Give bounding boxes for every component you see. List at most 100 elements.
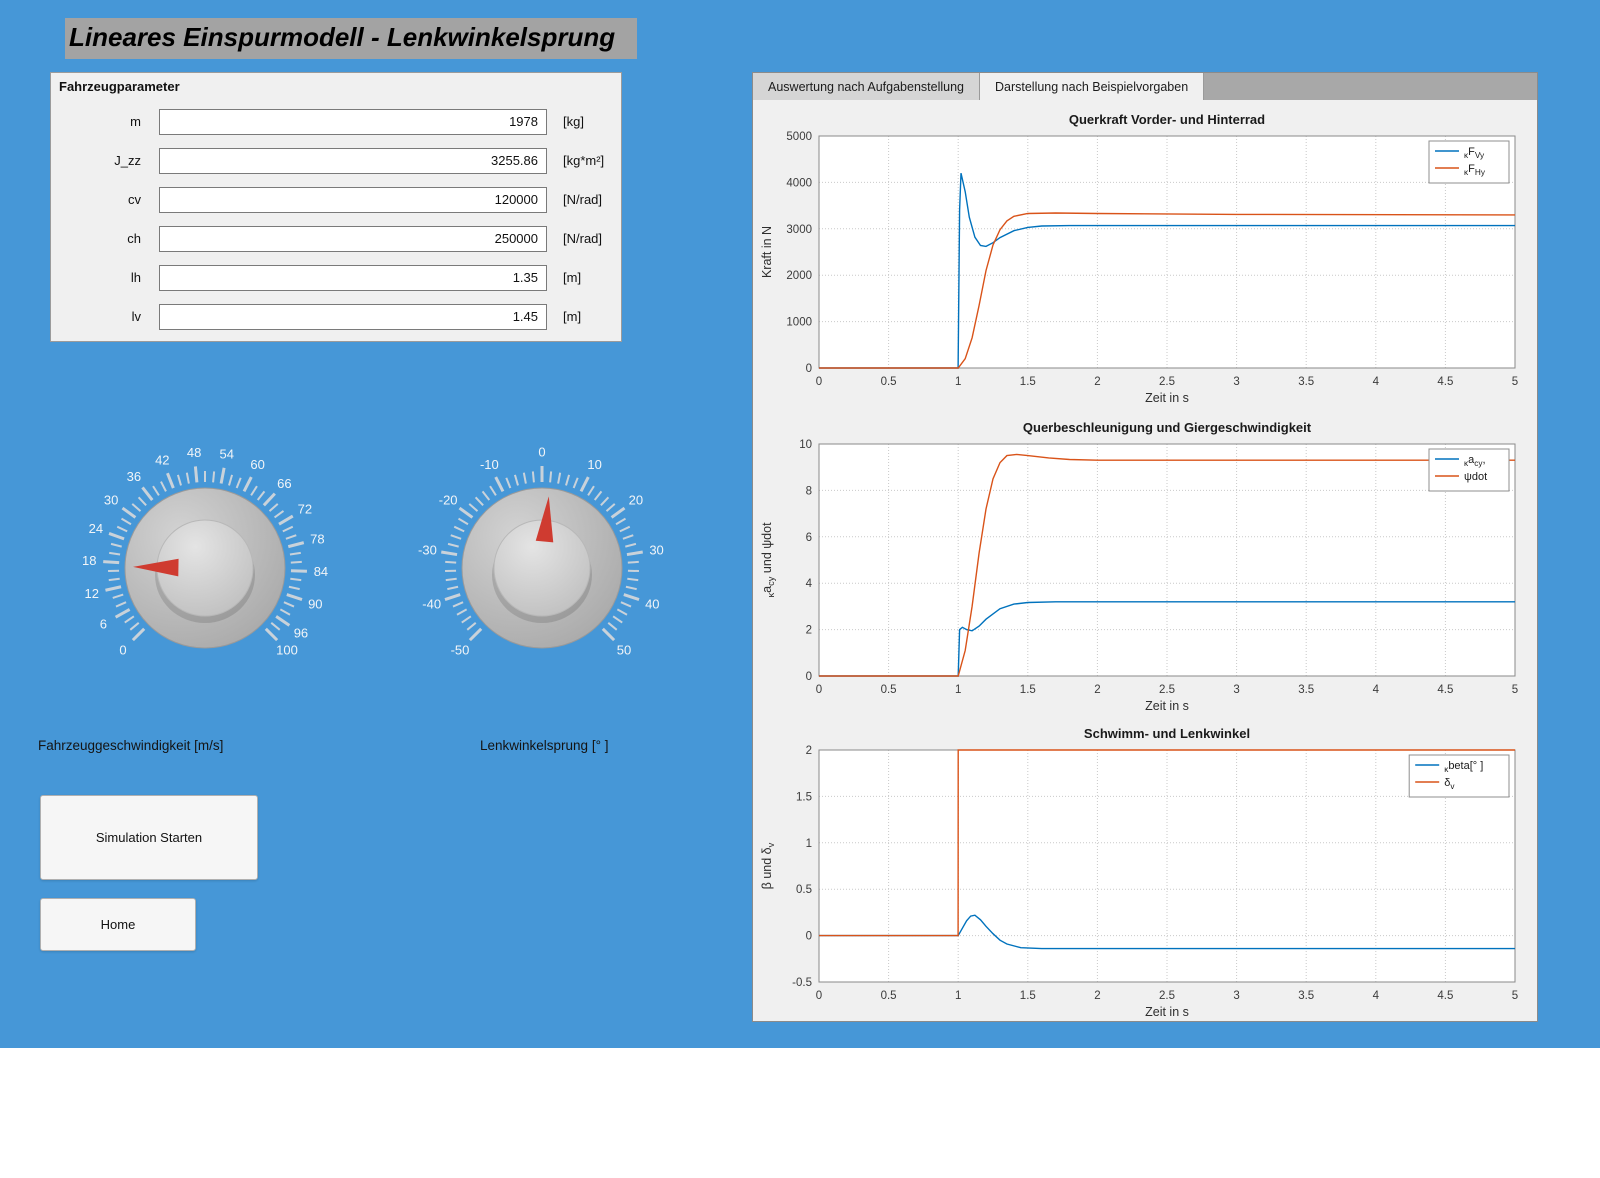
svg-text:3.5: 3.5: [1298, 684, 1314, 696]
results-tabgroup: Auswertung nach Aufgabenstellung Darstel…: [752, 72, 1538, 1022]
vehicle-speed-knob-label: Fahrzeuggeschwindigkeit [m/s]: [38, 738, 223, 753]
param-input-jzz[interactable]: [159, 148, 547, 174]
svg-text:84: 84: [314, 564, 328, 579]
svg-text:0.5: 0.5: [881, 684, 897, 696]
param-label-lv: lv: [51, 309, 159, 324]
svg-text:0: 0: [806, 363, 812, 375]
svg-text:4.5: 4.5: [1437, 684, 1453, 696]
svg-text:6: 6: [100, 616, 107, 631]
svg-text:5000: 5000: [786, 131, 812, 143]
svg-text:48: 48: [187, 445, 201, 460]
y-axis-label: κacy und ψdot: [760, 522, 776, 598]
chart-legend: κacy,ψdot: [1429, 449, 1509, 491]
svg-text:5: 5: [1512, 990, 1518, 1002]
svg-text:2: 2: [806, 625, 812, 637]
svg-text:1: 1: [806, 838, 812, 850]
svg-text:4: 4: [1373, 684, 1380, 696]
param-unit-cv: [N/rad]: [547, 192, 602, 207]
param-label-ch: ch: [51, 231, 159, 246]
svg-text:5: 5: [1512, 376, 1518, 388]
svg-text:2.5: 2.5: [1159, 990, 1175, 1002]
svg-text:18: 18: [82, 553, 96, 568]
panel-title: Fahrzeugparameter: [51, 73, 621, 98]
svg-text:60: 60: [250, 457, 264, 472]
svg-text:3.5: 3.5: [1298, 990, 1314, 1002]
svg-text:3: 3: [1233, 684, 1239, 696]
vehicle-parameters-panel: Fahrzeugparameter m [kg] J_zz [kg*m²] cv…: [50, 72, 622, 342]
param-unit-lv: [m]: [547, 309, 581, 324]
param-row-ch: ch [N/rad]: [51, 219, 621, 258]
param-input-m[interactable]: [159, 109, 547, 135]
svg-text:8: 8: [806, 485, 812, 497]
param-label-jzz: J_zz: [51, 153, 159, 168]
param-input-lv[interactable]: [159, 304, 547, 330]
svg-text:72: 72: [298, 501, 312, 516]
svg-text:3: 3: [1233, 376, 1239, 388]
svg-text:0.5: 0.5: [796, 884, 812, 896]
chart-legend: κbeta[° ]δv: [1409, 755, 1509, 797]
svg-text:12: 12: [85, 586, 99, 601]
svg-text:1.5: 1.5: [796, 791, 812, 803]
svg-text:20: 20: [629, 492, 643, 507]
svg-text:90: 90: [308, 596, 322, 611]
param-label-lh: lh: [51, 270, 159, 285]
chart-slip-steer-angle: 00.511.522.533.544.55-0.500.511.52Schwim…: [757, 722, 1535, 1022]
y-axis-label: β und δv: [760, 842, 776, 889]
svg-text:1.5: 1.5: [1020, 990, 1036, 1002]
svg-text:5: 5: [1512, 684, 1518, 696]
svg-text:0: 0: [119, 643, 126, 658]
svg-text:1.5: 1.5: [1020, 684, 1036, 696]
steering-step-knob[interactable]: -50-40-30-20-1001020304050: [392, 418, 692, 718]
svg-text:κbeta[° ]: κbeta[° ]: [1444, 760, 1483, 774]
vehicle-speed-knob[interactable]: 06121824303642485460667278849096100: [55, 418, 355, 718]
x-axis-label: Zeit in s: [1145, 1005, 1189, 1019]
svg-text:54: 54: [220, 447, 234, 462]
param-input-lh[interactable]: [159, 265, 547, 291]
tab-darstellung[interactable]: Darstellung nach Beispielvorgaben: [980, 73, 1204, 100]
svg-text:36: 36: [127, 469, 141, 484]
svg-text:3: 3: [1233, 990, 1239, 1002]
svg-text:0: 0: [806, 931, 812, 943]
svg-text:3.5: 3.5: [1298, 376, 1314, 388]
svg-text:-40: -40: [422, 596, 441, 611]
svg-text:2.5: 2.5: [1159, 684, 1175, 696]
svg-text:100: 100: [276, 643, 298, 658]
tab-auswertung[interactable]: Auswertung nach Aufgabenstellung: [753, 73, 980, 100]
svg-text:-20: -20: [439, 492, 458, 507]
svg-text:0.5: 0.5: [881, 990, 897, 1002]
param-row-lh: lh [m]: [51, 258, 621, 297]
svg-text:-10: -10: [480, 457, 499, 472]
svg-text:-50: -50: [451, 643, 470, 658]
svg-text:4: 4: [1373, 990, 1380, 1002]
svg-text:2.5: 2.5: [1159, 376, 1175, 388]
param-unit-m: [kg]: [547, 114, 584, 129]
param-input-cv[interactable]: [159, 187, 547, 213]
svg-text:30: 30: [649, 542, 663, 557]
home-button[interactable]: Home: [40, 898, 196, 951]
chart-legend: κFVyκFHy: [1429, 141, 1509, 183]
svg-text:0: 0: [816, 684, 822, 696]
svg-text:10: 10: [799, 439, 812, 451]
chart-title: Schwimm- und Lenkwinkel: [1084, 726, 1250, 741]
svg-text:4: 4: [806, 578, 813, 590]
param-unit-lh: [m]: [547, 270, 581, 285]
y-axis-label: Kraft in N: [760, 226, 774, 278]
simulation-start-button[interactable]: Simulation Starten: [40, 795, 258, 880]
svg-text:1: 1: [955, 376, 961, 388]
param-input-ch[interactable]: [159, 226, 547, 252]
svg-text:4000: 4000: [786, 177, 812, 189]
param-unit-ch: [N/rad]: [547, 231, 602, 246]
svg-text:2: 2: [1094, 376, 1100, 388]
svg-text:3000: 3000: [786, 224, 812, 236]
param-row-lv: lv [m]: [51, 297, 621, 336]
chart-lateral-forces: 00.511.522.533.544.550100020003000400050…: [757, 108, 1535, 408]
svg-text:6: 6: [806, 532, 812, 544]
app-title: Lineares Einspurmodell - Lenkwinkelsprun…: [65, 18, 637, 59]
param-label-m: m: [51, 114, 159, 129]
app-window: Lineares Einspurmodell - Lenkwinkelsprun…: [0, 0, 1600, 1178]
svg-text:0: 0: [816, 376, 822, 388]
svg-text:2: 2: [806, 745, 812, 757]
svg-text:1000: 1000: [786, 317, 812, 329]
param-row-m: m [kg]: [51, 102, 621, 141]
param-label-cv: cv: [51, 192, 159, 207]
